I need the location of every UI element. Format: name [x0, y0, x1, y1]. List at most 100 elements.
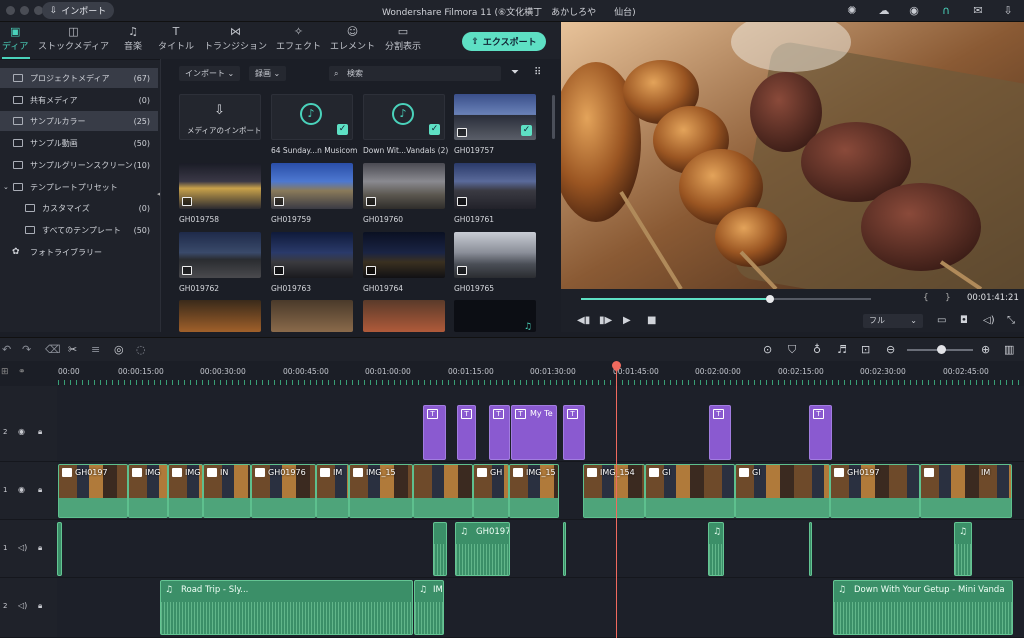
audio-clip[interactable]: [433, 522, 447, 576]
snapshot-camera-icon[interactable]: ◘: [960, 315, 968, 326]
step-back-icon[interactable]: ◀▮: [577, 315, 590, 326]
sidebar-item-sample-videos[interactable]: サンプル動画 (50): [0, 133, 158, 153]
speaker-icon[interactable]: ◁): [18, 543, 27, 552]
media-tile[interactable]: ✓: [454, 94, 536, 140]
step-forward-icon[interactable]: ▮▶: [599, 315, 612, 326]
title-clip[interactable]: T: [489, 405, 510, 460]
timeline-playhead[interactable]: [616, 362, 617, 638]
adjust-icon[interactable]: ≡: [91, 343, 100, 356]
media-scrollbar[interactable]: [552, 95, 555, 139]
playback-progress-bar[interactable]: [581, 295, 871, 303]
media-tile[interactable]: [271, 232, 353, 278]
video-clip[interactable]: IM: [920, 464, 1012, 518]
mark-in-icon[interactable]: {: [923, 293, 929, 303]
monitor-icon[interactable]: ▭: [937, 315, 946, 326]
tab-stock-media[interactable]: ◫ ストックメディア: [38, 25, 109, 52]
tab-media[interactable]: ▣ ディア: [2, 25, 28, 52]
tab-effect[interactable]: ✧ エフェクト: [276, 25, 321, 52]
speaker-icon[interactable]: ◁): [18, 601, 27, 610]
video-clip[interactable]: GH0197: [58, 464, 128, 518]
lightbulb-icon[interactable]: ✺: [844, 3, 860, 19]
sidebar-item-all-templates[interactable]: すべてのテンプレート (50): [0, 220, 158, 240]
media-tile[interactable]: ♪ ✓: [363, 94, 445, 140]
zoom-out-icon[interactable]: ⊖: [886, 343, 895, 356]
sidebar-item-sample-colors[interactable]: サンプルカラー (25): [0, 111, 158, 131]
media-tile[interactable]: [363, 232, 445, 278]
audio-mixer-icon[interactable]: ♬: [837, 343, 847, 356]
title-clip[interactable]: T My Te: [511, 405, 557, 460]
title-clip[interactable]: T: [423, 405, 446, 460]
eye-icon[interactable]: ◉: [18, 427, 25, 436]
audio-clip[interactable]: ♫ Road Trip - Sly...: [160, 580, 413, 635]
record-dropdown[interactable]: 録画 ⌄: [249, 66, 287, 81]
media-tile[interactable]: [454, 232, 536, 278]
audio-track-1[interactable]: [57, 520, 1024, 578]
audio-clip[interactable]: ♫: [708, 522, 724, 576]
lock-icon[interactable]: 🔒︎: [38, 485, 42, 495]
volume-icon[interactable]: ◁): [983, 315, 995, 326]
filter-icon[interactable]: ⏷: [511, 67, 519, 78]
audio-clip[interactable]: ♫: [954, 522, 972, 576]
audio-clip[interactable]: ♫ IM: [414, 580, 444, 635]
minimize-window-button[interactable]: [20, 6, 29, 15]
download-icon[interactable]: ⇩: [1000, 3, 1016, 19]
eye-icon[interactable]: ◉: [18, 485, 25, 494]
import-button[interactable]: ⇩ インポート: [42, 2, 114, 19]
video-clip[interactable]: IMG: [168, 464, 203, 518]
title-clip[interactable]: T: [563, 405, 585, 460]
zoom-slider-handle[interactable]: [937, 345, 946, 354]
cut-scissors-icon[interactable]: ✂: [68, 343, 77, 356]
redo-icon[interactable]: ↷: [22, 343, 31, 356]
mail-icon[interactable]: ✉: [970, 3, 986, 19]
add-track-icon[interactable]: ⊞: [1, 367, 9, 377]
import-media-tile[interactable]: ⇩ メディアのインポート: [179, 94, 261, 140]
timeline-layout-icon[interactable]: ▥: [1004, 343, 1014, 356]
account-icon[interactable]: ◉: [906, 3, 922, 19]
stop-icon[interactable]: ■: [647, 315, 656, 326]
media-tile[interactable]: [179, 300, 261, 332]
title-clip[interactable]: T: [709, 405, 731, 460]
playback-scrubber-handle[interactable]: [765, 295, 774, 303]
lock-icon[interactable]: 🔒︎: [38, 543, 42, 553]
render-icon[interactable]: ⊙: [763, 343, 772, 356]
video-clip[interactable]: GH01976: [251, 464, 316, 518]
mark-out-icon[interactable]: }: [945, 293, 951, 303]
media-tile[interactable]: [454, 163, 536, 209]
tab-transition[interactable]: ⋈ トランジション: [204, 25, 267, 52]
quality-dropdown[interactable]: フル ⌄: [863, 314, 923, 328]
microphone-icon[interactable]: ♁: [813, 343, 821, 356]
link-icon[interactable]: ⚭: [18, 367, 26, 377]
import-dropdown[interactable]: インポート ⌄: [179, 66, 241, 81]
snapshot-icon[interactable]: ⊡: [861, 343, 870, 356]
video-clip[interactable]: IMG: [128, 464, 168, 518]
lock-icon[interactable]: 🔒︎: [38, 427, 42, 437]
video-clip[interactable]: IMG_15: [509, 464, 559, 518]
media-tile[interactable]: [363, 163, 445, 209]
tab-element[interactable]: ☺ エレメント: [330, 25, 375, 52]
media-tile[interactable]: [363, 300, 445, 332]
video-clip[interactable]: IN: [203, 464, 251, 518]
video-clip[interactable]: IMG_154: [583, 464, 645, 518]
media-tile[interactable]: [179, 232, 261, 278]
export-button[interactable]: ⇪ エクスポート: [462, 32, 546, 51]
timeline-ruler[interactable]: ⊞ ⚭ 00:00 00:00:15:00 00:00:30:00 00:00:…: [0, 361, 1024, 386]
video-clip[interactable]: [413, 464, 473, 518]
media-tile[interactable]: ♫: [454, 300, 536, 332]
sidebar-item-project-media[interactable]: プロジェクトメディア (67): [0, 68, 158, 88]
audio-clip[interactable]: [563, 522, 566, 576]
video-clip[interactable]: IMG_15: [349, 464, 413, 518]
media-tile[interactable]: [271, 163, 353, 209]
sidebar-item-photo-library[interactable]: ✿ フォトライブラリー: [0, 242, 158, 262]
sidebar-item-template-presets[interactable]: ⌄ テンプレートプリセット: [0, 177, 158, 197]
sidebar-item-sample-green-screen[interactable]: サンプルグリーンスクリーン (10): [0, 155, 158, 175]
fullscreen-icon[interactable]: ⤡: [1007, 315, 1015, 326]
audio-clip[interactable]: [57, 522, 62, 576]
audio-clip[interactable]: ♫ Down With Your Getup - Mini Vanda: [833, 580, 1013, 635]
support-headset-icon[interactable]: ∩: [938, 3, 954, 19]
title-clip[interactable]: T: [457, 405, 476, 460]
media-tile[interactable]: ♪ ✓: [271, 94, 353, 140]
video-clip[interactable]: GH: [473, 464, 509, 518]
play-icon[interactable]: ▶: [623, 315, 631, 326]
audio-clip[interactable]: [809, 522, 812, 576]
close-window-button[interactable]: [6, 6, 15, 15]
